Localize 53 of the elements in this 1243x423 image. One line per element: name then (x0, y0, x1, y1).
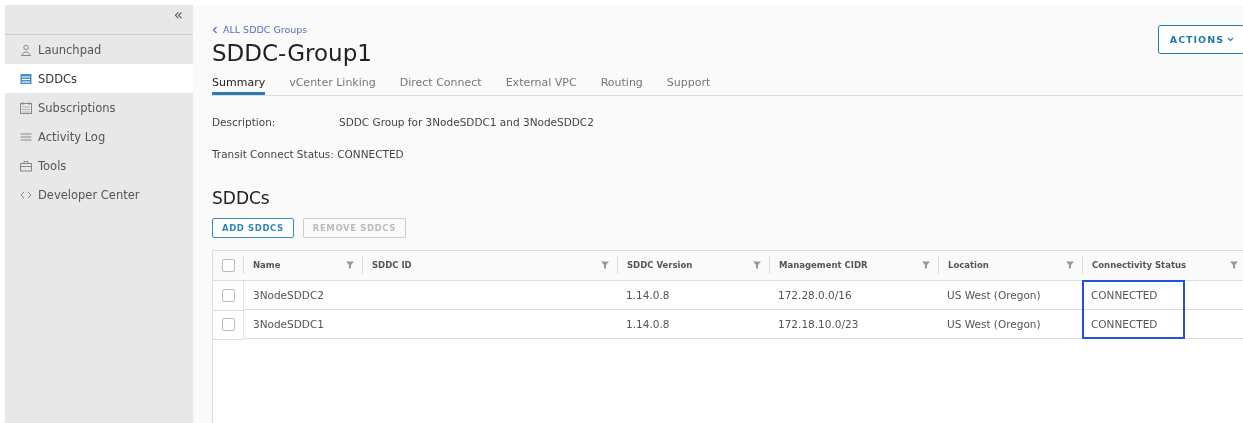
table-cell: 172.28.0.0/16 (778, 288, 852, 301)
filter-icon[interactable] (1230, 261, 1238, 269)
column-header[interactable]: Location (948, 260, 989, 270)
description-label: Description: (212, 115, 277, 128)
tab[interactable]: Summary (212, 70, 266, 95)
add-button[interactable]: ADD SDDCS (212, 217, 294, 238)
toolbox-icon (20, 159, 32, 172)
column-header[interactable]: SDDC Version (627, 260, 693, 270)
section-title: SDDCs (212, 187, 271, 208)
page-title: SDDC-Group1 (212, 39, 372, 66)
calendar-icon (20, 101, 32, 114)
table-cell: US West (Oregon) (947, 288, 1041, 301)
person-icon (20, 43, 32, 56)
table-cell: 1.14.0.8 (626, 317, 670, 330)
back-link[interactable]: ALL SDDC Groups (212, 24, 308, 35)
table-cell: 3NodeSDDC2 (253, 288, 324, 301)
table-cell: 1.14.0.8 (626, 288, 670, 301)
sidebar-item[interactable]: Developer Center (5, 180, 193, 209)
row-checkbox[interactable] (221, 288, 235, 302)
filter-icon[interactable] (753, 261, 761, 269)
table-cell: 172.18.10.0/23 (778, 317, 859, 330)
tab[interactable]: vCenter Linking (289, 70, 376, 95)
table-cell: CONNECTED (1091, 288, 1158, 301)
sidebar-item[interactable]: Tools (5, 151, 193, 180)
list-icon (20, 72, 32, 85)
actions-button[interactable]: ACTIONS (1157, 25, 1243, 54)
sidebar-item[interactable]: Subscriptions (5, 93, 193, 122)
column-header[interactable]: SDDC ID (372, 260, 412, 270)
filter-icon[interactable] (601, 261, 609, 269)
sidebar-item[interactable]: SDDCs (5, 64, 193, 93)
transit-status: Transit Connect Status: CONNECTED (212, 147, 405, 160)
table-cell: 3NodeSDDC1 (253, 317, 324, 330)
column-header[interactable]: Management CIDR (779, 260, 868, 270)
description-value: SDDC Group for 3NodeSDDC1 and 3NodeSDDC2 (339, 115, 594, 128)
lines-icon (20, 130, 32, 143)
row-checkbox[interactable] (221, 317, 235, 331)
select-all-checkbox[interactable] (221, 258, 235, 272)
tab[interactable]: Routing (600, 70, 643, 95)
sidebar-item[interactable]: Activity Log (5, 122, 193, 151)
collapse-button[interactable]: « (163, 5, 193, 25)
tab[interactable]: Support (666, 70, 711, 95)
filter-icon[interactable] (922, 261, 930, 269)
table-cell: US West (Oregon) (947, 317, 1041, 330)
tab[interactable]: External VPC (505, 70, 577, 95)
chevron-left-icon (212, 25, 218, 34)
filter-icon[interactable] (1066, 261, 1074, 269)
filter-icon[interactable] (346, 261, 354, 269)
column-header[interactable]: Name (253, 260, 281, 270)
table-cell: CONNECTED (1091, 317, 1158, 330)
caret-icon (1227, 37, 1234, 42)
column-header[interactable]: Connectivity Status (1092, 260, 1187, 270)
tab[interactable]: Direct Connect (399, 70, 482, 95)
sidebar-item[interactable]: Launchpad (5, 35, 193, 64)
